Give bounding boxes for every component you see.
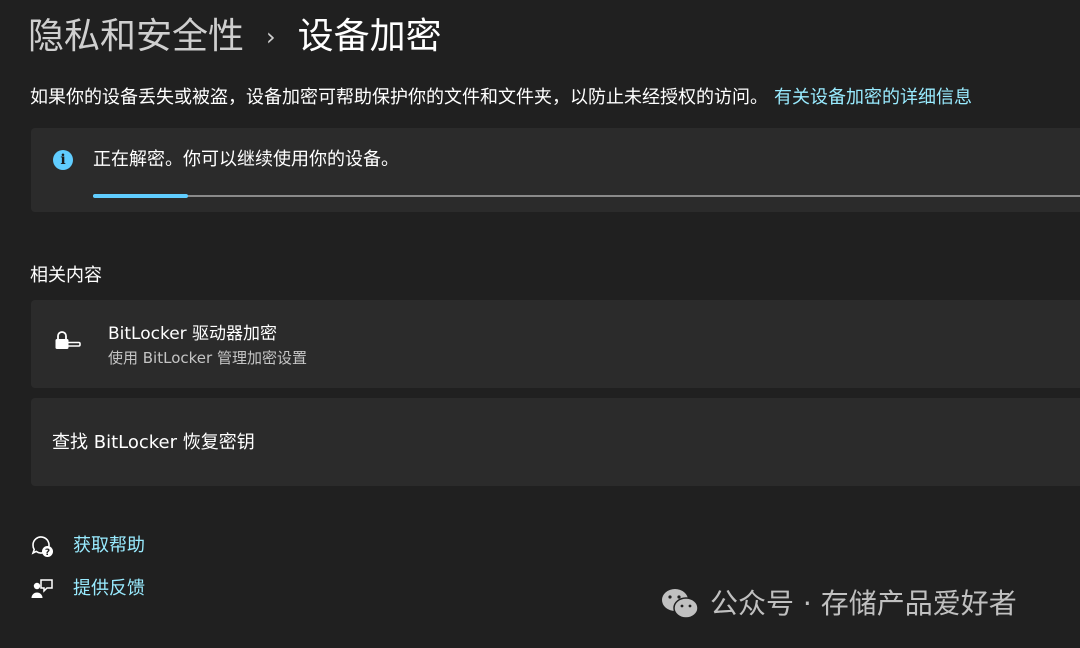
description-text: 如果你的设备丢失或被盗，设备加密可帮助保护你的文件和文件夹，以防止未经授权的访问… — [30, 87, 768, 108]
get-help-row[interactable]: ? 获取帮助 — [30, 533, 145, 559]
bitlocker-title: BitLocker 驱动器加密 — [108, 324, 278, 344]
breadcrumb: 隐私和安全性 › 设备加密 — [28, 12, 442, 62]
breadcrumb-parent[interactable]: 隐私和安全性 — [28, 12, 244, 62]
watermark-text: 公众号 · 存储产品爱好者 — [710, 587, 1017, 620]
lock-key-icon — [55, 331, 81, 349]
description: 如果你的设备丢失或被盗，设备加密可帮助保护你的文件和文件夹，以防止未经授权的访问… — [30, 86, 972, 110]
status-text: 正在解密。你可以继续使用你的设备。 — [93, 149, 399, 170]
bitlocker-drive-encryption-item[interactable]: BitLocker 驱动器加密 使用 BitLocker 管理加密设置 — [31, 300, 1080, 388]
decryption-status-card: i 正在解密。你可以继续使用你的设备。 — [31, 128, 1080, 212]
breadcrumb-separator: › — [266, 23, 276, 51]
page-title: 设备加密 — [297, 16, 442, 57]
info-icon: i — [53, 150, 73, 170]
bitlocker-subtitle: 使用 BitLocker 管理加密设置 — [108, 349, 307, 367]
feedback-link[interactable]: 提供反馈 — [73, 576, 145, 602]
progress-fill — [93, 194, 188, 198]
wechat-icon — [662, 589, 699, 619]
feedback-row[interactable]: 提供反馈 — [30, 576, 145, 602]
settings-page: 隐私和安全性 › 设备加密 如果你的设备丢失或被盗，设备加密可帮助保护你的文件和… — [0, 0, 1080, 648]
watermark: 公众号 · 存储产品爱好者 — [660, 584, 1017, 624]
decryption-progress-bar — [93, 194, 1080, 198]
feedback-icon — [31, 579, 53, 598]
get-help-link[interactable]: 获取帮助 — [73, 533, 145, 559]
related-section-title: 相关内容 — [30, 265, 102, 286]
recovery-key-title: 查找 BitLocker 恢复密钥 — [52, 432, 255, 453]
find-recovery-key-item[interactable]: 查找 BitLocker 恢复密钥 — [31, 398, 1080, 486]
help-icon: ? — [31, 536, 53, 558]
encryption-info-link[interactable]: 有关设备加密的详细信息 — [774, 87, 972, 108]
svg-text:?: ? — [45, 548, 50, 558]
